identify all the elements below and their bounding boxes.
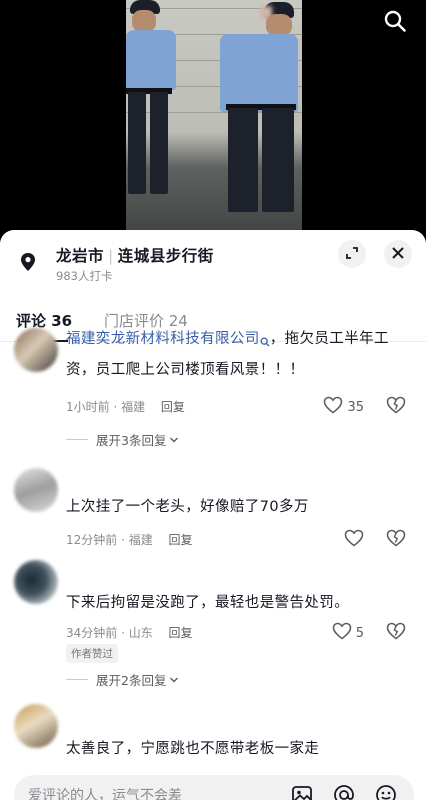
broken-heart-icon (386, 529, 406, 551)
location-pin-icon (20, 252, 36, 276)
comment-text: 下来后拘留是没跑了，最轻也是警告处罚。 (66, 595, 350, 611)
like-button[interactable] (344, 529, 364, 551)
dislike-button[interactable] (386, 396, 406, 418)
like-count: 35 (347, 399, 364, 415)
video-player[interactable] (0, 0, 426, 240)
expand-replies-button[interactable]: 展开3条回复 (66, 430, 179, 449)
like-button[interactable]: 35 (323, 396, 364, 418)
comment-item: 太善良了，宁愿跳也不愿带老板一家走 (0, 700, 426, 770)
comment-input-placeholder: 爱评论的人，运气不会差 (28, 788, 182, 800)
comment-time: 1小时前 · 福建 (66, 400, 146, 414)
comment-time: 34分钟前 · 山东 (66, 626, 153, 640)
comment-text: 福建奕龙新材料科技有限公司 ，拖欠员工半年工资，员工爬上公司楼顶看风景！！！ (66, 330, 389, 378)
comment-sheet: 龙岩市 | 连城县步行街 983人打卡 评论 36 门店评价 24 福建奕龙新材… (0, 230, 426, 800)
comment-meta: 12分钟前 · 福建 回复 (66, 531, 193, 548)
comment-text: 上次挂了一个老头，好像赔了70多万 (66, 499, 309, 515)
avatar[interactable] (14, 468, 58, 512)
comment-item: 下来后拘留是没跑了，最轻也是警告处罚。 34分钟前 · 山东 回复 5 作者赞过… (0, 560, 426, 700)
reply-button[interactable]: 回复 (161, 400, 185, 414)
chevron-down-icon (169, 432, 179, 447)
comment-meta: 34分钟前 · 山东 回复 (66, 624, 193, 641)
comment-input-bar: 爱评论的人，运气不会差 (0, 773, 426, 800)
heart-outline-icon (332, 622, 352, 644)
location-title[interactable]: 龙岩市 | 连城县步行街 (56, 244, 214, 266)
comment-item: 上次挂了一个老头，好像赔了70多万 12分钟前 · 福建 回复 (0, 464, 426, 554)
image-icon[interactable] (290, 783, 314, 800)
comment-time: 12分钟前 · 福建 (66, 533, 153, 547)
expand-sheet-button[interactable] (338, 240, 366, 268)
search-icon (383, 9, 407, 37)
avatar[interactable] (14, 704, 58, 748)
dislike-button[interactable] (386, 622, 406, 644)
at-icon[interactable] (332, 783, 356, 800)
like-button[interactable]: 5 (332, 622, 364, 644)
comment-input[interactable]: 爱评论的人，运气不会差 (14, 775, 414, 800)
checkin-count: 983人打卡 (56, 269, 113, 283)
broken-heart-icon (386, 622, 406, 644)
like-count: 5 (355, 625, 364, 641)
close-icon (391, 245, 405, 264)
author-liked-badge: 作者赞过 (66, 644, 118, 663)
dislike-button[interactable] (386, 529, 406, 551)
emoji-icon[interactable] (374, 783, 398, 800)
video-frame (126, 0, 302, 240)
avatar[interactable] (14, 560, 58, 604)
location-city: 龙岩市 (56, 247, 105, 265)
comment-text: 太善良了，宁愿跳也不愿带老板一家走 (66, 741, 320, 757)
reply-button[interactable]: 回复 (169, 626, 193, 640)
broken-heart-icon (386, 396, 406, 418)
close-sheet-button[interactable] (384, 240, 412, 268)
reply-button[interactable]: 回复 (169, 533, 193, 547)
expand-replies-button[interactable]: 展开2条回复 (66, 670, 179, 689)
avatar[interactable] (14, 328, 58, 372)
chevron-down-icon (169, 672, 179, 687)
expand-arrows-icon (345, 245, 359, 264)
comment-meta: 1小时前 · 福建 回复 (66, 398, 185, 415)
location-place: 连城县步行街 (117, 247, 214, 265)
company-mention-link[interactable]: 福建奕龙新材料科技有限公司 (66, 331, 260, 347)
heart-outline-icon (323, 396, 343, 418)
heart-outline-icon (344, 529, 364, 551)
search-button[interactable] (380, 8, 410, 38)
location-header: 龙岩市 | 连城县步行街 983人打卡 (0, 230, 426, 290)
search-small-icon (260, 330, 270, 357)
comment-item: 福建奕龙新材料科技有限公司 ，拖欠员工半年工资，员工爬上公司楼顶看风景！！！ 1小… (0, 326, 426, 456)
